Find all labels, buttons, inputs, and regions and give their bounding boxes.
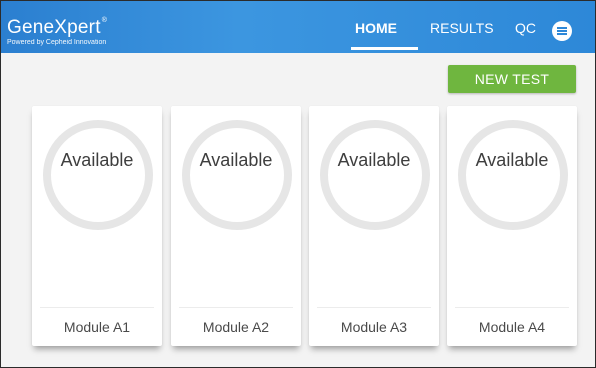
- card-divider: [40, 307, 154, 308]
- top-navigation-bar: GeneXpert® Powered by Cepheid Innovation…: [1, 1, 595, 53]
- module-status-ring: [43, 120, 153, 230]
- card-divider: [179, 307, 293, 308]
- module-card-a4[interactable]: Available Module A4: [447, 106, 577, 346]
- module-label: Module A2: [202, 319, 270, 335]
- module-status-ring: [182, 120, 292, 230]
- brand-name-text: GeneXpert: [7, 17, 101, 38]
- module-status: Available: [337, 150, 411, 170]
- module-status: Available: [475, 150, 549, 170]
- card-divider: [455, 307, 569, 308]
- module-card-a2[interactable]: Available Module A2: [171, 106, 301, 346]
- nav-active-indicator: [351, 47, 418, 50]
- app-window: GeneXpert® Powered by Cepheid Innovation…: [0, 0, 596, 368]
- module-status-ring: [458, 120, 568, 230]
- hamburger-menu-icon[interactable]: [552, 21, 572, 41]
- nav-results[interactable]: RESULTS: [430, 18, 494, 38]
- module-card-a1[interactable]: Available Module A1: [32, 106, 162, 346]
- nav-home[interactable]: HOME: [355, 18, 397, 38]
- brand-tagline: Powered by Cepheid Innovation: [7, 39, 107, 46]
- module-label: Module A3: [340, 319, 408, 335]
- registered-mark: ®: [101, 17, 108, 24]
- module-status-ring: [320, 120, 430, 230]
- brand-name: GeneXpert®: [7, 11, 107, 37]
- module-status: Available: [60, 150, 134, 170]
- module-label: Module A1: [63, 319, 131, 335]
- module-label: Module A4: [478, 319, 546, 335]
- module-status: Available: [199, 150, 273, 170]
- new-test-button[interactable]: NEW TEST: [448, 65, 576, 93]
- brand-logo: GeneXpert® Powered by Cepheid Innovation: [7, 11, 107, 47]
- module-card-a3[interactable]: Available Module A3: [309, 106, 439, 346]
- nav-qc[interactable]: QC: [515, 18, 536, 38]
- card-divider: [317, 307, 431, 308]
